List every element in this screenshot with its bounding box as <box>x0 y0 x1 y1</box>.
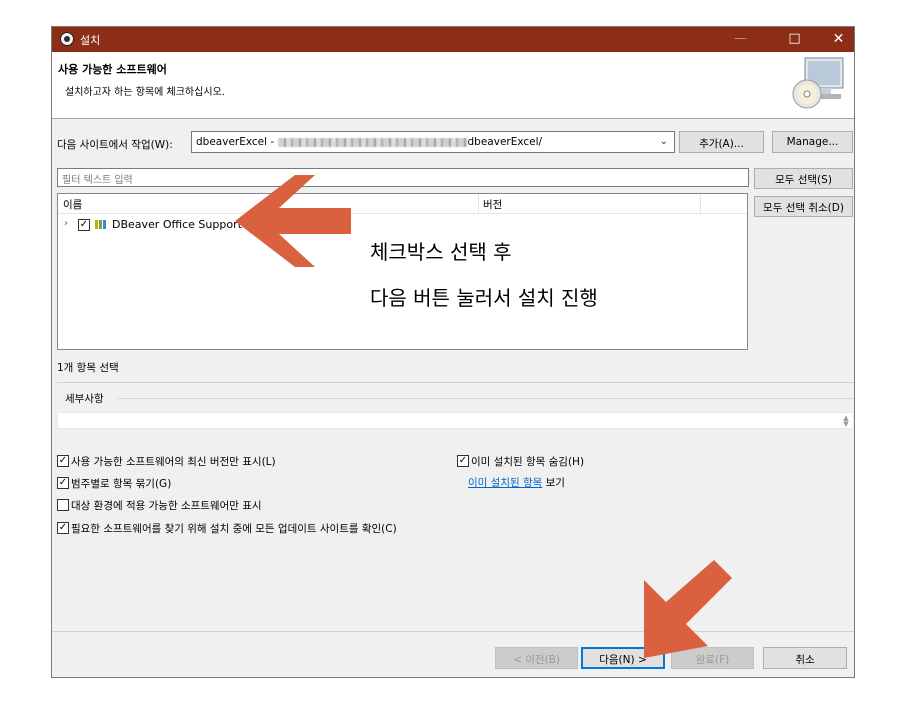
add-site-button[interactable]: 추가(A)... <box>679 131 764 153</box>
column-divider <box>700 194 701 214</box>
column-divider <box>478 194 479 214</box>
annotation-line-2: 다음 버튼 눌러서 설치 진행 <box>370 286 598 310</box>
wizard-header: 사용 가능한 소프트웨어 설치하고자 하는 항목에 체크하십시오. <box>52 52 854 119</box>
page-subtitle: 설치하고자 하는 항목에 체크하십시오. <box>65 87 225 98</box>
hide-installed-checkbox[interactable]: ✓ <box>457 455 469 467</box>
dbeaver-app-icon <box>60 32 74 46</box>
software-tree[interactable]: 이름 버전 › ✓ DBeaver Office Support <box>57 193 748 350</box>
installed-items-suffix: 보기 <box>545 477 565 489</box>
installed-items-link[interactable]: 이미 설치된 항목 <box>468 477 542 489</box>
title-bar: 설치 — □ ✕ <box>52 27 854 52</box>
back-button[interactable]: < 이전(B) <box>495 647 578 669</box>
details-text[interactable]: ▲ ▼ <box>57 412 854 429</box>
select-all-button[interactable]: 모두 선택(S) <box>754 168 853 189</box>
chevron-right-icon[interactable]: › <box>64 218 68 229</box>
minimize-button[interactable]: — <box>718 27 763 52</box>
page-title: 사용 가능한 소프트웨어 <box>58 63 167 76</box>
scroll-arrows-icon[interactable]: ▲ ▼ <box>841 415 851 428</box>
latest-only-checkbox[interactable]: ✓ <box>57 455 69 467</box>
group-by-category-label: 범주별로 항목 묶기(G) <box>71 478 172 490</box>
group-line <box>117 398 854 399</box>
down-left-arrow-annotation <box>644 560 732 658</box>
item-label: DBeaver Office Support <box>112 218 242 231</box>
maximize-button[interactable]: □ <box>772 27 817 52</box>
contact-all-sites-label: 필요한 소프트웨어를 찾기 위해 설치 중에 모든 업데이트 사이트를 확인(C… <box>71 523 397 535</box>
tree-header: 이름 버전 <box>58 194 747 214</box>
manage-sites-button[interactable]: Manage... <box>772 131 853 153</box>
deselect-all-button[interactable]: 모두 선택 취소(D) <box>754 196 853 217</box>
site-value-suffix: dbeaverExcel/ <box>467 136 543 148</box>
contact-all-sites-checkbox[interactable]: ✓ <box>57 522 69 534</box>
cd-monitor-icon <box>792 57 844 109</box>
latest-only-label: 사용 가능한 소프트웨어의 최신 버전만 표시(L) <box>71 456 276 468</box>
target-env-label: 대상 환경에 적용 가능한 소프트웨어만 표시 <box>71 500 262 512</box>
site-value-prefix: dbeaverExcel - <box>196 136 278 148</box>
chevron-down-icon[interactable]: ⌄ <box>660 136 668 147</box>
column-version[interactable]: 버전 <box>483 197 502 212</box>
category-icon <box>95 220 107 229</box>
group-by-category-checkbox[interactable]: ✓ <box>57 477 69 489</box>
selection-count: 1개 항목 선택 <box>57 362 119 374</box>
annotation-line-1: 체크박스 선택 후 <box>370 240 512 264</box>
close-button[interactable]: ✕ <box>816 27 861 52</box>
site-label: 다음 사이트에서 작업(W): <box>57 139 173 151</box>
installed-items-row: 이미 설치된 항목 보기 <box>468 475 565 490</box>
target-env-checkbox[interactable] <box>57 499 69 511</box>
item-checkbox[interactable]: ✓ <box>78 219 90 231</box>
divider <box>57 382 854 383</box>
hide-installed-label: 이미 설치된 항목 숨김(H) <box>471 456 585 468</box>
left-arrow-annotation <box>235 175 351 267</box>
site-combo[interactable]: dbeaverExcel - dbeaverExcel/ ⌄ <box>191 131 675 153</box>
redacted-url <box>277 137 468 147</box>
cancel-button[interactable]: 취소 <box>763 647 847 669</box>
column-name[interactable]: 이름 <box>63 197 82 212</box>
details-label: 세부사항 <box>65 391 108 406</box>
window-title: 설치 <box>80 34 101 47</box>
filter-input[interactable]: 필터 텍스트 입력 <box>57 168 749 187</box>
details-group: 세부사항 ▲ ▼ <box>57 389 854 445</box>
